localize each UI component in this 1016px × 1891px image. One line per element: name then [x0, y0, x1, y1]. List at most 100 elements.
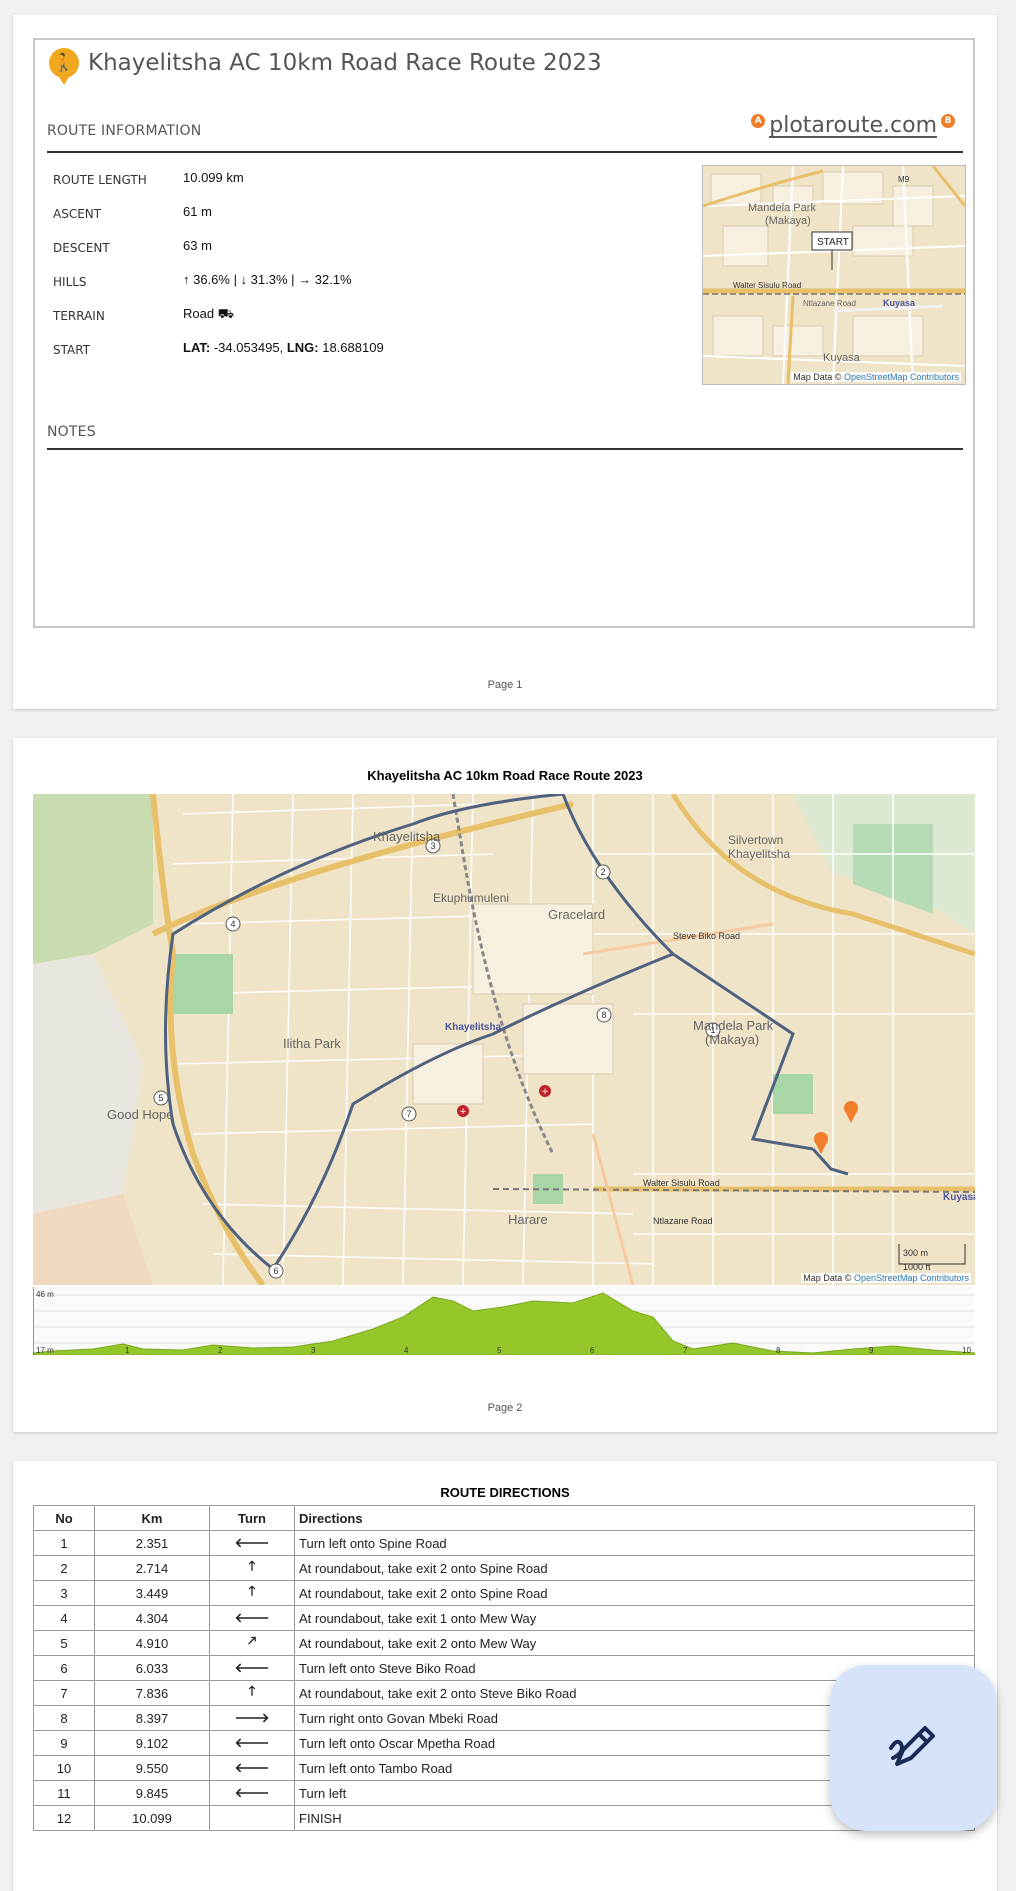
row-no: 4: [33, 1605, 95, 1631]
row-direction: At roundabout, take exit 1 onto Mew Way: [294, 1605, 975, 1631]
row-direction: At roundabout, take exit 2 onto Spine Ro…: [294, 1555, 975, 1581]
info-label: START: [53, 343, 91, 357]
route-marker: 4: [230, 919, 235, 929]
map-label: Mandela Park: [693, 1018, 774, 1033]
map-label: Ntlazane Road: [653, 1216, 713, 1226]
km-tick: 2: [218, 1346, 223, 1355]
table-row: 4 4.304 🡐 At roundabout, take exit 1 onto M…: [33, 1605, 975, 1631]
pin-b-icon: B: [941, 114, 955, 128]
row-turn-icon: 🡑: [209, 1680, 295, 1706]
table-row: 3 3.449 🡑 At roundabout, take exit 2 onto S…: [33, 1580, 975, 1606]
row-no: 2: [33, 1555, 95, 1581]
info-row: DESCENT 63 m: [53, 238, 384, 272]
map-label: Silvertown: [728, 833, 783, 847]
row-no: 8: [33, 1705, 95, 1731]
km-tick: 3: [311, 1346, 316, 1355]
elev-max-label: 46 m: [36, 1290, 54, 1299]
info-label: DESCENT: [53, 241, 110, 255]
info-label: HILLS: [53, 275, 87, 289]
info-value: 61 m: [183, 204, 212, 219]
row-no: 10: [33, 1755, 95, 1781]
row-turn-icon: 🡐: [209, 1655, 295, 1681]
notes-heading: NOTES: [47, 424, 96, 440]
start-map-label: Kuyasa: [883, 298, 916, 308]
start-map-label: Walter Sisulu Road: [733, 281, 801, 290]
scale-m: 300 m: [903, 1248, 928, 1258]
elevation-profile[interactable]: 46 m 17 m 1 2 3 4 5 6 7 8 9 10: [32, 1287, 976, 1356]
map-title: Khayelitsha AC 10km Road Race Route 2023: [367, 768, 643, 783]
km-tick: 7: [683, 1346, 688, 1355]
row-km: 6.033: [94, 1655, 210, 1681]
elev-min-label: 17 m: [36, 1346, 54, 1355]
page-2: Khayelitsha AC 10km Road Race Route 2023: [13, 738, 997, 1432]
start-map-label: Ntlazane Road: [803, 299, 856, 308]
route-marker: 5: [158, 1093, 163, 1103]
attribution-prefix: Map Data ©: [793, 372, 844, 382]
brand-text: plotaroute.com: [769, 113, 937, 138]
plotaroute-logo[interactable]: A plotaroute.com B: [747, 113, 959, 138]
info-label: ROUTE LENGTH: [53, 173, 147, 187]
lng-label: LNG:: [286, 340, 319, 355]
row-km: 10.099: [94, 1805, 210, 1831]
row-no: 12: [33, 1805, 95, 1831]
row-turn-icon: 🡕: [209, 1630, 295, 1656]
table-row: 2 2.714 🡑 At roundabout, take exit 2 onto S…: [33, 1555, 975, 1581]
route-marker: 7: [406, 1109, 411, 1119]
row-turn-icon: 🡐: [209, 1780, 295, 1806]
title-row: 🚶 Khayelitsha AC 10km Road Race Route 20…: [49, 48, 602, 85]
map-label: Khayelitsha: [445, 1022, 502, 1033]
col-turn: Turn: [209, 1505, 295, 1531]
start-map-label: Mandela Park: [748, 202, 816, 214]
row-km: 9.550: [94, 1755, 210, 1781]
table-row: 1 2.351 🡐 Turn left onto Spine Road: [33, 1530, 975, 1556]
map-label: Walter Sisulu Road: [643, 1178, 720, 1188]
km-tick: 10: [962, 1346, 971, 1355]
map-label: Khayelitsha: [728, 847, 790, 861]
info-row: START LAT: -34.053495, LNG: 18.688109: [53, 340, 384, 374]
info-value: 10.099 km: [183, 170, 244, 185]
svg-text:+: +: [459, 1107, 467, 1117]
start-map-label: (Makaya): [765, 215, 811, 227]
row-km: 4.304: [94, 1605, 210, 1631]
info-row: TERRAIN Road ⛟: [53, 306, 384, 340]
route-title: Khayelitsha AC 10km Road Race Route 2023: [88, 50, 602, 76]
map-label: Good Hope: [107, 1107, 174, 1122]
row-turn-icon: 🡑: [209, 1555, 295, 1581]
map-label: Ekuphumuleni: [433, 891, 509, 905]
map-attribution: Map Data © OpenStreetMap Contributors: [791, 372, 961, 382]
info-row: ASCENT 61 m: [53, 204, 384, 238]
row-km: 9.102: [94, 1730, 210, 1756]
route-map[interactable]: 1 2 3 4 5 6 7 8 + + Khayelitsha Ekuphumu…: [33, 794, 975, 1285]
start-map-label: Kuyasa: [823, 352, 861, 364]
row-turn-icon: 🡑: [209, 1580, 295, 1606]
start-callout-label: START: [817, 237, 849, 248]
row-no: 1: [33, 1530, 95, 1556]
edit-fab-button[interactable]: [830, 1665, 996, 1831]
km-tick: 4: [404, 1346, 409, 1355]
hiker-icon: 🚶: [49, 48, 79, 85]
table-row: 6 6.033 🡐 Turn left onto Steve Biko Road: [33, 1655, 975, 1681]
map-label: Harare: [508, 1212, 548, 1227]
page-number: Page 1: [487, 679, 523, 691]
route-information-heading: ROUTE INFORMATION: [47, 123, 202, 139]
osm-link[interactable]: OpenStreetMap Contributors: [844, 372, 959, 382]
osm-link[interactable]: OpenStreetMap Contributors: [854, 1273, 969, 1283]
map-attribution: Map Data © OpenStreetMap Contributors: [801, 1273, 971, 1283]
info-value: 63 m: [183, 238, 212, 253]
start-map[interactable]: Mandela Park (Makaya) Ntlazane Road Kuya…: [702, 165, 966, 385]
row-no: 6: [33, 1655, 95, 1681]
table-row: 5 4.910 🡕 At roundabout, take exit 2 onto M…: [33, 1630, 975, 1656]
row-turn-icon: 🡒: [209, 1705, 295, 1731]
lat-value: -34.053495,: [210, 340, 287, 355]
col-km: Km: [94, 1505, 210, 1531]
map-label: Kuyasa: [943, 1192, 975, 1203]
row-km: 7.836: [94, 1680, 210, 1706]
table-header-row: No Km Turn Directions: [33, 1505, 975, 1531]
col-directions: Directions: [294, 1505, 975, 1531]
row-turn-icon: 🡐: [209, 1730, 295, 1756]
info-row: ROUTE LENGTH 10.099 km: [53, 170, 384, 204]
scale-ft: 1000 ft: [903, 1262, 931, 1272]
start-map-label: M9: [898, 175, 910, 184]
attribution-prefix: Map Data ©: [803, 1273, 854, 1283]
page-1: 🚶 Khayelitsha AC 10km Road Race Route 20…: [13, 15, 997, 709]
